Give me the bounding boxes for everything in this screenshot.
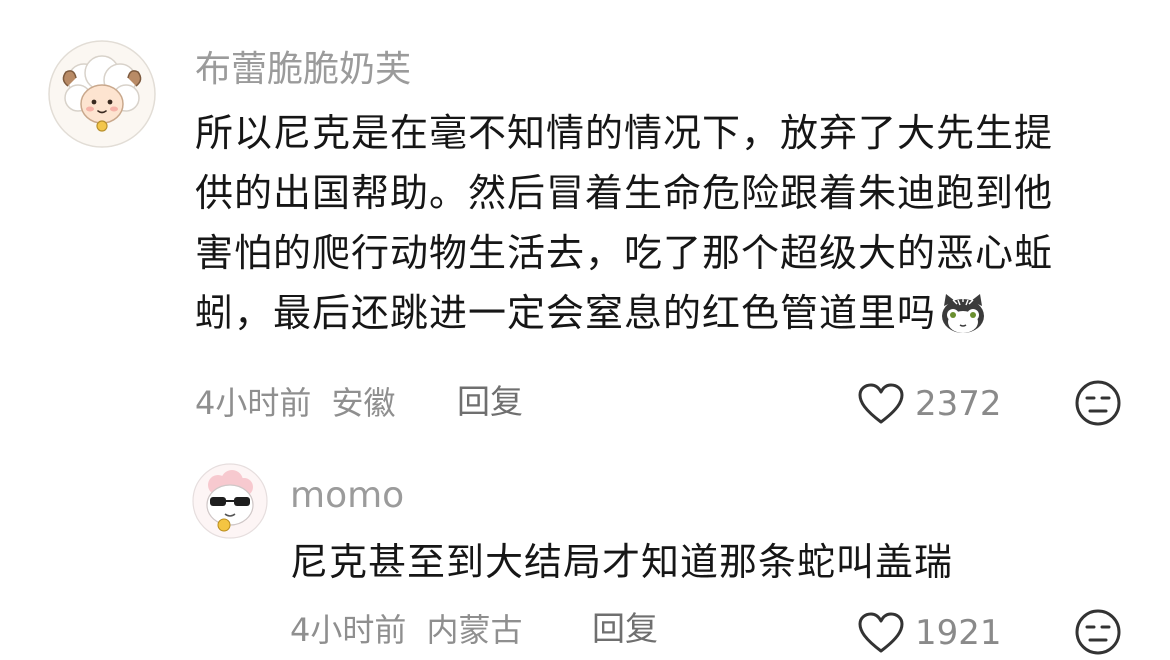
comment-time: 4小时前 [290, 611, 407, 649]
comment-meta: 4小时前 安徽 [195, 383, 396, 423]
comment-text: 所以尼克是在毫不知情的情况下，放弃了大先生提 供的出国帮助。然后冒着生命危险跟着… [195, 103, 1053, 343]
username[interactable]: 布蕾脆脆奶芙 [195, 48, 411, 92]
like-count: 1921 [915, 613, 1002, 653]
heart-icon[interactable] [857, 612, 905, 654]
user-avatar[interactable] [48, 40, 156, 148]
cat-sticker-emoji [942, 294, 985, 333]
comment-text-line: 蚓，最后还跳进一定会窒息的红色管道里吗 [195, 291, 937, 335]
comment-text: 尼克甚至到大结局才知道那条蛇叫盖瑞 [290, 532, 953, 592]
user-avatar[interactable] [192, 463, 268, 539]
heart-icon[interactable] [857, 383, 905, 425]
username[interactable]: momo [290, 474, 404, 518]
comment-time: 4小时前 [195, 384, 312, 422]
comment-text-line: 害怕的爬行动物生活去，吃了那个超级大的恶心蚯 [195, 231, 1054, 275]
meh-face-icon[interactable] [1074, 608, 1122, 656]
comment-meta: 4小时前 内蒙古 [290, 610, 523, 650]
reply-button[interactable]: 回复 [592, 609, 658, 649]
comment-location: 安徽 [331, 384, 396, 422]
comment-text-line: 所以尼克是在毫不知情的情况下，放弃了大先生提 [195, 111, 1054, 155]
reply-button[interactable]: 回复 [457, 382, 523, 422]
meh-face-icon[interactable] [1074, 379, 1122, 427]
comment-location: 内蒙古 [426, 611, 523, 649]
comment-text-line: 尼克甚至到大结局才知道那条蛇叫盖瑞 [290, 540, 954, 584]
comment-text-line: 供的出国帮助。然后冒着生命危险跟着朱迪跑到他 [195, 171, 1054, 215]
like-count: 2372 [915, 384, 1002, 424]
